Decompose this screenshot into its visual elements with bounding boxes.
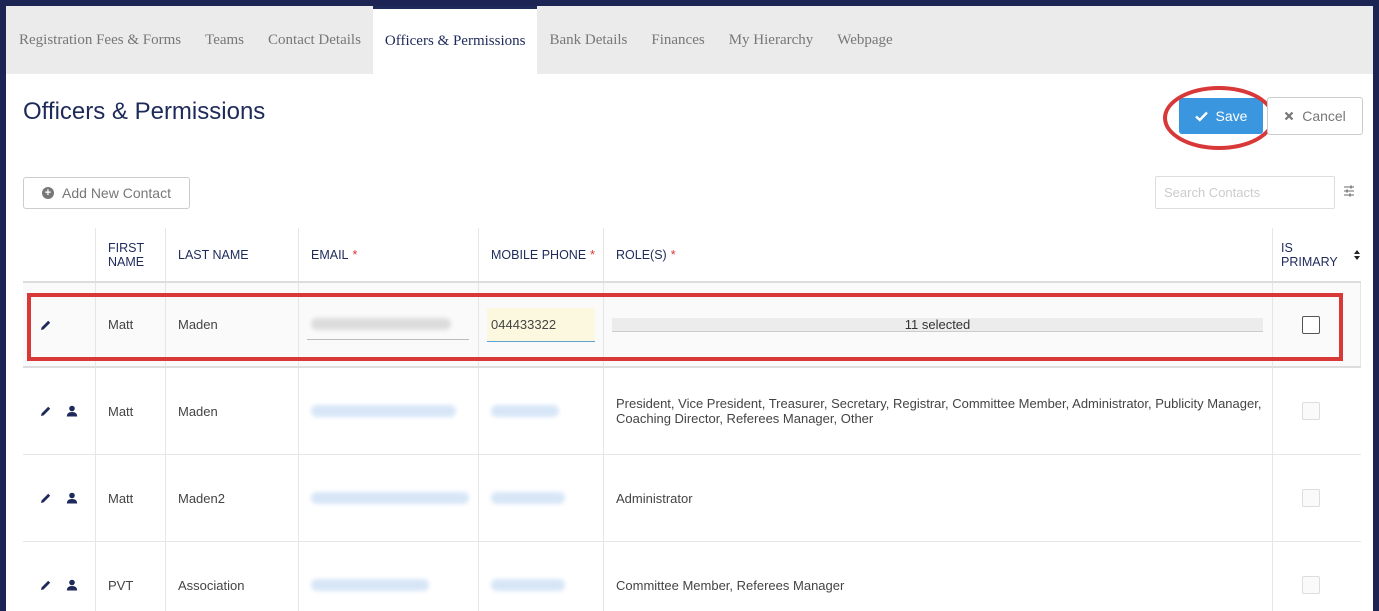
cell-email bbox=[299, 542, 479, 611]
header-email-label: EMAIL bbox=[311, 247, 349, 262]
roles-list: President, Vice President, Treasurer, Se… bbox=[616, 396, 1262, 426]
roles-list: Committee Member, Referees Manager bbox=[616, 577, 845, 593]
tab-officers-permissions[interactable]: Officers & Permissions bbox=[372, 6, 538, 74]
header-email: EMAIL * bbox=[299, 228, 479, 281]
cell-email bbox=[299, 368, 479, 454]
cell-is-primary bbox=[1273, 542, 1361, 611]
cell-is-primary bbox=[1273, 368, 1361, 454]
table-row: Matt Maden President, Vice President, Tr… bbox=[23, 368, 1361, 455]
pencil-icon[interactable] bbox=[40, 319, 52, 331]
row-actions bbox=[23, 455, 96, 541]
tab-bank-details[interactable]: Bank Details bbox=[537, 6, 639, 74]
cell-first-name: Matt bbox=[96, 368, 166, 454]
table-header-row: FIRST NAME LAST NAME EMAIL * MOBILE PHONE… bbox=[23, 228, 1361, 283]
cell-last-name: Maden2 bbox=[166, 455, 299, 541]
tab-registration-fees-forms[interactable]: Registration Fees & Forms bbox=[6, 6, 193, 74]
cell-last-name: Maden bbox=[166, 283, 299, 366]
cell-last-name: Maden bbox=[166, 368, 299, 454]
header-mobile-phone-label: MOBILE PHONE bbox=[491, 247, 587, 262]
roles-multiselect[interactable]: 11 selected bbox=[612, 316, 1263, 332]
roles-selected-count: 11 selected bbox=[904, 316, 971, 332]
required-mark: * bbox=[590, 247, 596, 262]
cell-last-name: Association bbox=[166, 542, 299, 611]
search-contacts-input[interactable] bbox=[1155, 176, 1335, 209]
add-new-contact-label: Add New Contact bbox=[62, 185, 171, 201]
tab-finances[interactable]: Finances bbox=[639, 6, 716, 74]
add-new-contact-button[interactable]: + Add New Contact bbox=[23, 177, 190, 209]
check-icon bbox=[1194, 111, 1208, 122]
cell-is-primary bbox=[1273, 455, 1361, 541]
email-field[interactable] bbox=[307, 310, 469, 340]
required-mark: * bbox=[352, 247, 358, 262]
header-actions bbox=[23, 228, 96, 281]
close-icon bbox=[1284, 111, 1294, 121]
header-is-primary-label: IS PRIMARY bbox=[1281, 240, 1338, 269]
cell-mobile-phone bbox=[479, 368, 604, 454]
sort-icon bbox=[1354, 249, 1360, 260]
tab-bar: Registration Fees & Forms Teams Contact … bbox=[6, 6, 1373, 74]
cell-first-name: Matt bbox=[96, 455, 166, 541]
filter-sliders-icon[interactable] bbox=[1342, 184, 1356, 198]
cell-roles: Administrator bbox=[604, 455, 1273, 541]
user-icon[interactable] bbox=[66, 579, 78, 591]
header-is-primary[interactable]: IS PRIMARY bbox=[1273, 228, 1361, 281]
table-row-editing: Matt Maden 11 selected bbox=[23, 283, 1361, 368]
user-icon[interactable] bbox=[66, 405, 78, 417]
cell-roles: President, Vice President, Treasurer, Se… bbox=[604, 368, 1273, 454]
header-roles: ROLE(S) * bbox=[604, 228, 1273, 281]
redacted-phone[interactable] bbox=[491, 405, 559, 417]
row-actions bbox=[23, 368, 96, 454]
redacted-email bbox=[311, 318, 451, 330]
cell-roles: 11 selected bbox=[604, 283, 1273, 366]
header-first-name: FIRST NAME bbox=[96, 228, 166, 281]
redacted-phone[interactable] bbox=[491, 579, 565, 591]
cell-first-name: Matt bbox=[96, 283, 166, 366]
cell-roles: Committee Member, Referees Manager bbox=[604, 542, 1273, 611]
save-button-label: Save bbox=[1215, 108, 1248, 124]
save-button[interactable]: Save bbox=[1179, 98, 1263, 134]
required-mark: * bbox=[670, 247, 676, 262]
cancel-button[interactable]: Cancel bbox=[1267, 97, 1363, 135]
cell-mobile-phone bbox=[479, 283, 604, 366]
cell-email bbox=[299, 455, 479, 541]
tab-teams[interactable]: Teams bbox=[193, 6, 256, 74]
cancel-button-label: Cancel bbox=[1302, 108, 1346, 124]
cell-email bbox=[299, 283, 479, 366]
is-primary-checkbox bbox=[1302, 402, 1320, 420]
cell-first-name: PVT bbox=[96, 542, 166, 611]
table-row: PVT Association Committee Member, Refere… bbox=[23, 542, 1361, 611]
pencil-icon[interactable] bbox=[40, 579, 52, 591]
redacted-email[interactable] bbox=[311, 579, 429, 591]
cell-is-primary bbox=[1273, 283, 1361, 366]
is-primary-checkbox bbox=[1302, 489, 1320, 507]
roles-list: Administrator bbox=[616, 490, 693, 506]
app-frame: Registration Fees & Forms Teams Contact … bbox=[6, 6, 1373, 611]
row-actions bbox=[23, 542, 96, 611]
is-primary-checkbox bbox=[1302, 576, 1320, 594]
row-actions bbox=[23, 283, 96, 366]
pencil-icon[interactable] bbox=[40, 492, 52, 504]
contacts-table: FIRST NAME LAST NAME EMAIL * MOBILE PHONE… bbox=[23, 228, 1361, 611]
tab-contact-details[interactable]: Contact Details bbox=[256, 6, 373, 74]
redacted-email[interactable] bbox=[311, 492, 469, 504]
page-title: Officers & Permissions bbox=[23, 98, 266, 125]
tab-my-hierarchy[interactable]: My Hierarchy bbox=[717, 6, 826, 74]
redacted-phone[interactable] bbox=[491, 492, 565, 504]
cell-mobile-phone bbox=[479, 542, 604, 611]
table-row: Matt Maden2 Administrator bbox=[23, 455, 1361, 542]
redacted-email[interactable] bbox=[311, 405, 456, 417]
pencil-icon[interactable] bbox=[40, 405, 52, 417]
user-icon[interactable] bbox=[66, 492, 78, 504]
cell-mobile-phone bbox=[479, 455, 604, 541]
is-primary-checkbox[interactable] bbox=[1302, 315, 1320, 334]
tab-webpage[interactable]: Webpage bbox=[825, 6, 904, 74]
plus-circle-icon: + bbox=[42, 187, 55, 199]
header-last-name: LAST NAME bbox=[166, 228, 299, 281]
header-mobile-phone: MOBILE PHONE * bbox=[479, 228, 604, 281]
header-roles-label: ROLE(S) bbox=[616, 247, 667, 262]
mobile-phone-field[interactable] bbox=[487, 307, 595, 342]
